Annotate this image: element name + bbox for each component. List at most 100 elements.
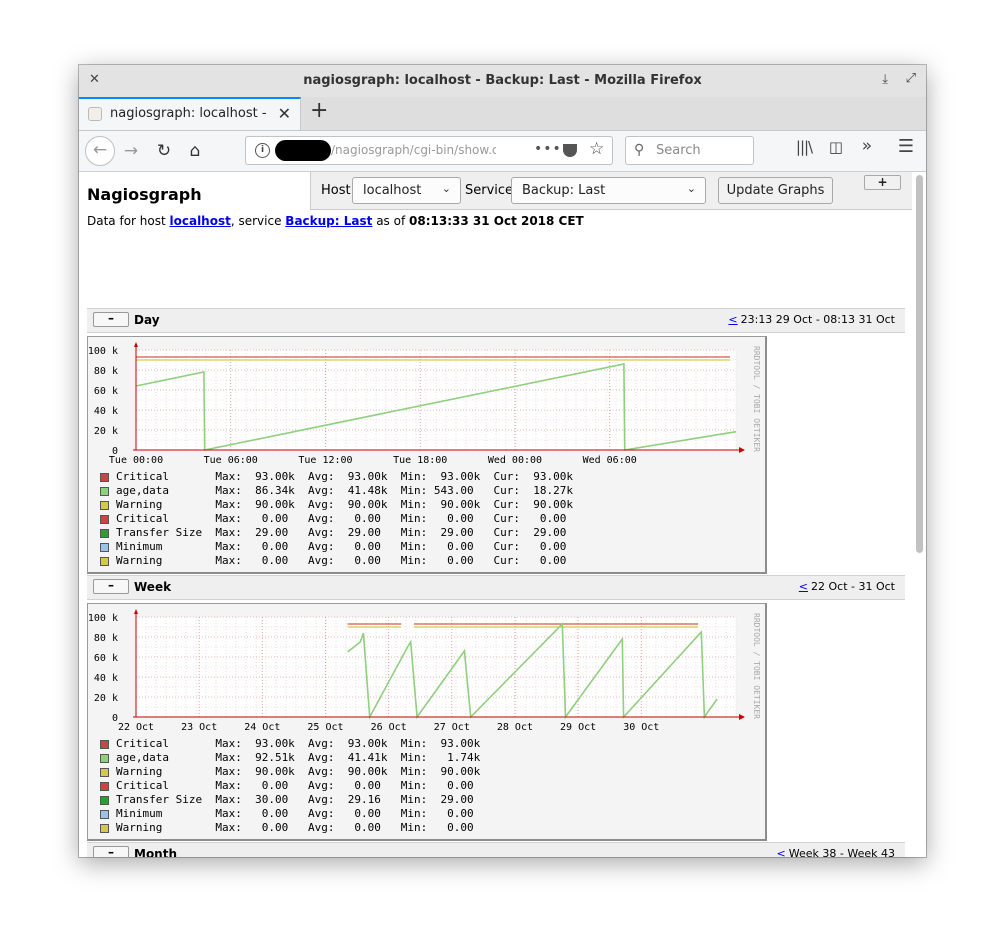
redacted-host [275, 140, 331, 161]
range-text: 23:13 29 Oct - 08:13 31 Oct [740, 313, 895, 326]
url-bar[interactable]: i /nagiosgraph/cgi-bin/show.cgi ••• ☆ [245, 136, 613, 165]
new-tab-icon[interactable]: + [310, 98, 328, 123]
vertical-scrollbar[interactable] [916, 175, 923, 553]
tab-nagiosgraph[interactable]: nagiosgraph: localhost - Backup: Last ✕ [79, 97, 301, 130]
graph-week: 100 k 80 k 60 k 40 k 20 k 0 22 Oct 23 Oct 24 Oct… [87, 603, 767, 841]
x-tick-label: Tue 00:00 [109, 455, 163, 466]
x-tick-label: 30 Oct [623, 722, 659, 733]
legend-swatch [100, 824, 109, 833]
collapse-day-button[interactable]: – [93, 312, 129, 327]
host-link[interactable]: localhost [170, 214, 231, 228]
y-tick-label: 40 k [94, 406, 118, 417]
period-range: < Week 38 - Week 43 [777, 847, 895, 857]
minimize-icon[interactable]: ⤓ [882, 72, 888, 87]
x-tick-label: 22 Oct [118, 722, 154, 733]
search-input[interactable]: ⚲ Search [625, 136, 754, 165]
x-tick-label: 25 Oct [307, 722, 343, 733]
host-select-value: localhost [363, 183, 422, 198]
y-tick-label: 20 k [94, 693, 118, 704]
forward-button[interactable]: → [118, 138, 144, 164]
hamburger-menu-icon[interactable]: ☰ [894, 136, 918, 157]
collapse-week-button[interactable]: – [93, 579, 129, 594]
pocket-icon[interactable] [563, 144, 577, 157]
legend-text: Warning Max: 90.00k Avg: 90.00k Min: 90.… [116, 765, 481, 778]
x-tick-label: Wed 00:00 [488, 455, 542, 466]
overflow-icon[interactable]: » [855, 136, 879, 156]
update-graphs-button[interactable]: Update Graphs [718, 177, 833, 204]
sidebar-icon[interactable]: ◫ [824, 138, 848, 156]
x-tick-label: 29 Oct [560, 722, 596, 733]
legend-text: Critical Max: 0.00 Avg: 0.00 Min: 0.00 [116, 779, 474, 792]
host-label: Host: [321, 183, 355, 198]
page-actions-icon[interactable]: ••• [534, 141, 562, 157]
x-tick-label: 27 Oct [434, 722, 470, 733]
reload-button[interactable]: ↻ [151, 138, 177, 164]
legend-text: Warning Max: 90.00k Avg: 90.00k Min: 90.… [116, 498, 573, 511]
x-tick-label: 28 Oct [497, 722, 533, 733]
legend-swatch [100, 487, 109, 496]
chart-day: 100 k80 k60 k40 k20 k0Tue 00:00 Tue 06:00… [88, 342, 761, 466]
y-tick-label: 80 k [94, 366, 118, 377]
info-prefix: Data for host [87, 214, 170, 228]
tab-close-icon[interactable]: ✕ [278, 104, 291, 123]
url-text: /nagiosgraph/cgi-bin/show.cgi [331, 143, 496, 157]
y-tick-label: 60 k [94, 653, 118, 664]
legend-text: age,data Max: 86.34k Avg: 41.48k Min: 54… [116, 484, 573, 497]
page-title: Nagiosgraph [87, 185, 202, 204]
legend-swatch [100, 501, 109, 510]
legend-text: age,data Max: 92.51k Avg: 41.41k Min: 1.… [116, 751, 481, 764]
prev-period-link[interactable]: < [799, 580, 808, 593]
maximize-icon[interactable]: ⤢ [906, 71, 916, 86]
x-tick-label: 26 Oct [371, 722, 407, 733]
home-button[interactable]: ⌂ [182, 138, 208, 164]
legend-text: Critical Max: 93.00k Avg: 93.00k Min: 93… [116, 737, 481, 750]
site-info-icon[interactable]: i [255, 143, 270, 158]
graph-day: 100 k 80 k 60 k 40 k 20 k 0 Tue 00:00 Tue 06:00… [87, 336, 767, 574]
host-select[interactable]: localhost ⌄ [352, 177, 461, 204]
legend-text: Transfer Size Max: 29.00 Avg: 29.00 Min:… [116, 526, 567, 539]
navigation-bar: ← → ↻ ⌂ i /nagiosgraph/cgi-bin/show.cgi … [79, 131, 926, 172]
window-title: nagiosgraph: localhost - Backup: Last - … [303, 73, 702, 88]
period-name: Month [134, 847, 178, 857]
prev-period-link[interactable]: < [777, 847, 786, 857]
tab-bar: nagiosgraph: localhost - Backup: Last ✕ … [79, 97, 926, 131]
info-asof: as of [372, 214, 409, 228]
x-tick-label: Tue 12:00 [298, 455, 352, 466]
legend-swatch [100, 754, 109, 763]
service-label: Service: [465, 183, 518, 198]
y-tick-label: 100 k [88, 613, 118, 624]
y-axis-arrow [134, 342, 138, 347]
bookmark-star-icon[interactable]: ☆ [589, 139, 604, 159]
title-bar: ✕ nagiosgraph: localhost - Backup: Last … [79, 65, 926, 97]
y-tick-label: 20 k [94, 426, 118, 437]
legend-swatch [100, 782, 109, 791]
service-select-value: Backup: Last [522, 183, 606, 198]
period-range: <23:13 29 Oct - 08:13 31 Oct [728, 313, 895, 326]
legend-swatch [100, 543, 109, 552]
legend-swatch [100, 515, 109, 524]
y-tick-label: 40 k [94, 673, 118, 684]
period-header-day: – Day <23:13 29 Oct - 08:13 31 Oct [87, 308, 905, 333]
prev-period-link[interactable]: < [728, 313, 737, 326]
service-link[interactable]: Backup: Last [285, 214, 372, 228]
back-button[interactable]: ← [85, 136, 115, 166]
y-axis-arrow [134, 609, 138, 614]
tab-label: nagiosgraph: localhost - Backup: Last [110, 106, 270, 121]
y-tick-label: 100 k [88, 346, 118, 357]
chevron-down-icon: ⌄ [441, 182, 451, 195]
legend-swatch [100, 473, 109, 482]
timestamp: 08:13:33 31 Oct 2018 CET [409, 214, 584, 228]
library-icon[interactable]: |||\ [792, 138, 816, 156]
legend-text: Minimum Max: 0.00 Avg: 0.00 Min: 0.00 [116, 807, 474, 820]
expand-options-button[interactable]: + [864, 175, 901, 190]
x-tick-label: Tue 18:00 [393, 455, 447, 466]
legend-swatch [100, 740, 109, 749]
legend-text: Transfer Size Max: 30.00 Avg: 29.16 Min:… [116, 793, 474, 806]
collapse-month-button[interactable]: – [93, 846, 129, 857]
info-mid: , service [230, 214, 286, 228]
watermark: RRDTOOL / TOBI OETIKER [752, 613, 761, 719]
legend-text: Critical Max: 93.00k Avg: 93.00k Min: 93… [116, 470, 573, 483]
service-select[interactable]: Backup: Last ⌄ [511, 177, 706, 204]
x-axis-arrow [739, 447, 745, 453]
range-text: Week 38 - Week 43 [788, 847, 895, 857]
